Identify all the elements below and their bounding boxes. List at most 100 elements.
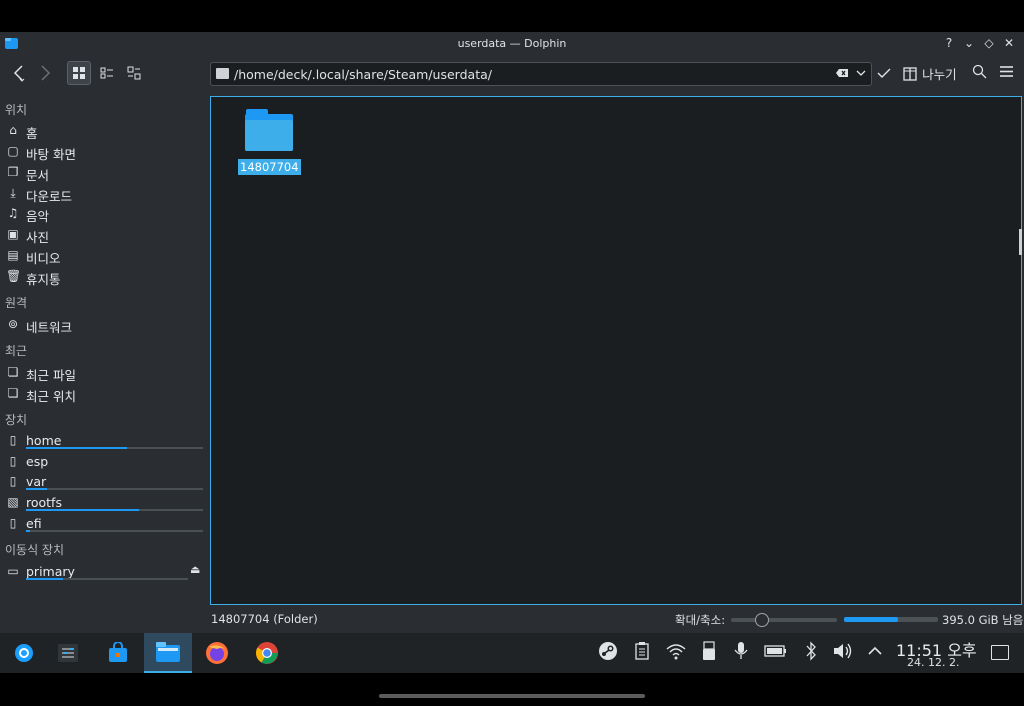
split-button[interactable]: 나누기: [903, 64, 963, 83]
search-icon: [972, 64, 986, 79]
bluetooth-icon[interactable]: [799, 641, 823, 666]
taskbar-discover[interactable]: [94, 633, 142, 673]
taskbar-dolphin[interactable]: [144, 633, 192, 673]
sidebar-item-network[interactable]: ⊚ 네트워크: [6, 316, 206, 335]
music-icon: ♫: [7, 206, 19, 220]
downloads-icon: ⤓: [10, 186, 16, 200]
maximize-button[interactable]: ◇: [982, 35, 996, 51]
minimize-button[interactable]: ⌄: [962, 35, 976, 51]
chevron-down-icon[interactable]: [856, 66, 866, 83]
folder-icon: [216, 68, 229, 79]
wifi-icon[interactable]: [664, 641, 688, 666]
clipboard-icon[interactable]: [630, 641, 654, 666]
hamburger-menu-icon: [999, 66, 1013, 77]
taskbar-settings[interactable]: [44, 633, 92, 673]
taskbar: 11:51 오후 24. 12. 2.: [0, 633, 1024, 673]
taskbar-chrome[interactable]: [243, 633, 291, 673]
location-path[interactable]: /home/deck/.local/share/Steam/userdata/: [234, 67, 492, 82]
forward-button[interactable]: [36, 64, 54, 86]
recent-files-icon: ❏: [7, 365, 19, 379]
sdcard-icon: ▭: [7, 564, 19, 578]
videos-icon: ▤: [7, 248, 19, 262]
usage-bar: [26, 530, 203, 532]
section-devices: 장치: [5, 413, 28, 427]
sidebar-item-trash[interactable]: 🗑 휴지통: [6, 268, 206, 287]
sidebar-item-home[interactable]: ⌂ 홈: [6, 122, 206, 141]
sidebar-item-music[interactable]: ♫ 음악: [6, 205, 206, 224]
clear-icon[interactable]: [835, 66, 849, 84]
sidebar-item-efi[interactable]: ▯ efi: [6, 515, 206, 533]
pictures-icon: ▣: [7, 227, 19, 241]
sidebar-item-primary[interactable]: ▭ primary ⏏: [6, 563, 206, 581]
sidebar-item-recent-files[interactable]: ❏ 최근 파일: [6, 364, 206, 383]
usage-bar: [26, 488, 203, 490]
help-button[interactable]: ?: [942, 35, 956, 51]
sidebar-item-home-drive[interactable]: ▯ home: [6, 432, 206, 450]
microphone-icon[interactable]: [729, 641, 753, 666]
steam-icon[interactable]: [596, 641, 620, 666]
location-bar[interactable]: /home/deck/.local/share/Steam/userdata/: [210, 62, 872, 86]
search-button[interactable]: [970, 64, 988, 83]
show-desktop-button[interactable]: [991, 645, 1009, 660]
system-settings-icon: [58, 644, 78, 662]
zoom-slider-handle[interactable]: [755, 613, 769, 627]
status-bar: 14807704 (Folder) 확대/축소: 395.0 GiB 남음: [0, 605, 1024, 633]
network-icon: ⊚: [7, 317, 19, 331]
home-indicator: [379, 694, 645, 698]
home-icon: ⌂: [9, 123, 17, 137]
recent-locations-icon: ❏: [7, 386, 19, 400]
split-label: 나누기: [922, 67, 957, 82]
taskbar-firefox[interactable]: [193, 633, 241, 673]
sidebar-item-desktop[interactable]: ▢ 바탕 화면: [6, 143, 206, 162]
battery-icon[interactable]: [764, 641, 788, 666]
menu-button[interactable]: [997, 64, 1015, 83]
app-launcher-button[interactable]: [0, 633, 48, 673]
checkmark-icon: [877, 68, 891, 78]
chevron-left-icon: [13, 65, 25, 82]
icons-view-icon: [73, 67, 85, 79]
file-view[interactable]: 14807704: [210, 96, 1022, 605]
confirm-path-button[interactable]: [876, 65, 892, 84]
drive-icon: ▯: [9, 433, 17, 447]
close-button[interactable]: ✕: [1002, 35, 1016, 51]
usage-bar: [26, 578, 188, 580]
eject-icon[interactable]: ⏏: [190, 563, 200, 576]
steamos-menu-icon: [15, 644, 33, 662]
sidebar-item-var[interactable]: ▯ var: [6, 473, 206, 491]
sidebar-item-rootfs[interactable]: ▧ rootfs: [6, 494, 206, 512]
back-button[interactable]: [10, 64, 28, 86]
sidebar-item-pictures[interactable]: ▣ 사진: [6, 226, 206, 245]
details-view-button[interactable]: [124, 65, 144, 85]
clock-date[interactable]: 24. 12. 2.: [907, 656, 959, 669]
title-bar[interactable]: userdata — Dolphin ? ⌄ ◇ ✕: [0, 32, 1024, 56]
sidebar-item-recent-locations[interactable]: ❏ 최근 위치: [6, 385, 206, 404]
section-recent: 최근: [5, 344, 28, 358]
zoom-slider[interactable]: [731, 613, 837, 627]
free-space-bar: [844, 617, 938, 622]
section-removable: 이동식 장치: [5, 543, 65, 557]
documents-icon: ❐: [7, 165, 19, 179]
folder-name[interactable]: 14807704: [238, 159, 301, 175]
zoom-label: 확대/축소:: [675, 613, 726, 627]
folder-icon[interactable]: [245, 109, 293, 151]
discover-store-icon: [109, 642, 127, 662]
usage-bar: [26, 509, 203, 511]
sidebar-item-documents[interactable]: ❐ 문서: [6, 164, 206, 183]
drive-icon: ▯: [9, 474, 17, 488]
chevron-up-icon[interactable]: [863, 641, 887, 666]
sidebar-item-videos[interactable]: ▤ 비디오: [6, 247, 206, 266]
compact-view-button[interactable]: [97, 65, 117, 85]
drive-readonly-icon: ▧: [7, 495, 19, 509]
icons-view-button[interactable]: [67, 61, 91, 85]
volume-icon[interactable]: [831, 641, 855, 666]
sidebar-item-downloads[interactable]: ⤓ 다운로드: [6, 185, 206, 204]
split-view-icon: [903, 67, 917, 81]
usb-device-icon[interactable]: [697, 641, 721, 666]
section-remote: 원격: [5, 296, 28, 310]
places-panel: 위치 ⌂ 홈 ▢ 바탕 화면 ❐ 문서 ⤓ 다운로드 ♫ 음악 ▣ 사진 ▤ 비디오 🗑 휴지통…: [0, 96, 208, 604]
scrollbar-handle[interactable]: [1019, 229, 1022, 255]
sidebar-item-esp[interactable]: ▯ esp: [6, 453, 206, 471]
section-locations: 위치: [5, 103, 28, 117]
chevron-right-icon: [41, 65, 51, 81]
free-space-text: 395.0 GiB 남음: [942, 613, 1024, 627]
